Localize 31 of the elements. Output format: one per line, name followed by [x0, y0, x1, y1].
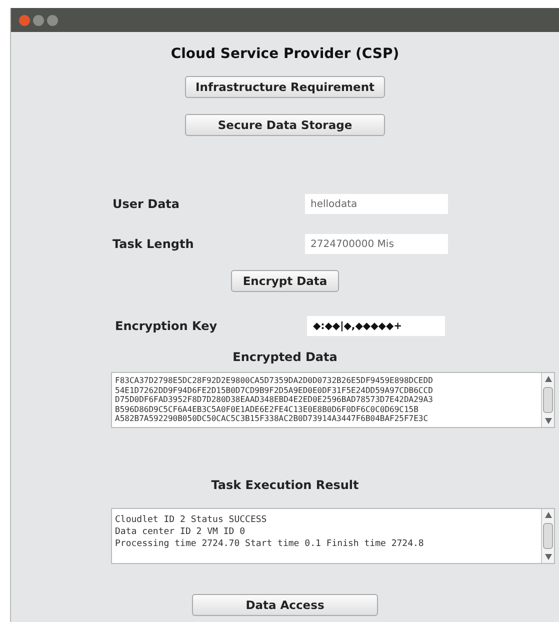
field-label: Task Length: [112, 237, 195, 251]
input-field[interactable]: 2724700000 Mis: [304, 234, 448, 254]
up-arrow-icon[interactable]: [544, 376, 552, 382]
text-area[interactable]: Cloudlet ID 2 Status SUCCESS Data center ID 2 VM ID 0 Processing time 2724.70 Start time 0.1 Finish time 2724.8: [111, 508, 555, 564]
text-line: Cloudlet ID 2 Status SUCCESS: [115, 514, 268, 526]
data-access-button[interactable]: Data Access: [192, 594, 378, 616]
window-title: Cloud Service Provider (CSP): [170, 46, 400, 62]
menu-button[interactable]: Infrastructure Requirement: [185, 76, 385, 98]
scrollbar[interactable]: [541, 509, 554, 563]
field-label: User Data: [112, 197, 181, 211]
section-label: Task Execution Result: [211, 478, 359, 492]
down-arrow-icon[interactable]: [544, 418, 552, 424]
text-line: B596D86D9C5CF6A4EB3C5A0F0E1ADE6E2FE4C13E0E8B0D6F0DF6C0C0D69C15B: [115, 404, 420, 414]
text-line: 54E1D7262DD9F94D6FE2D15B0D7CD9B9F2D5A9ED0E0DF31F5E24DD59A97CDB6CCD: [115, 386, 434, 395]
key-field[interactable]: ◆:◆◆|◆,◆◆◆◆◆+: [307, 316, 445, 336]
text-line: F83CA37D2798E5DC28F92D2E9800CA5D7359DA2D0D0732B26E5DF9459E898DCEDD: [115, 376, 434, 386]
up-arrow-icon[interactable]: [544, 512, 552, 518]
field-label: Encryption Key: [115, 319, 218, 333]
scrollbar[interactable]: [541, 373, 554, 427]
input-field[interactable]: hellodata: [304, 194, 448, 214]
text-line: Data center ID 2 VM ID 0: [115, 526, 246, 538]
text-line: Processing time 2724.70 Start time 0.1 Finish time 2724.8: [115, 538, 425, 550]
text-line: D75D0DF6FAD3952F8D7D280D38EAAD348EBD4E2ED0E2596BAD78573D7E42DA29A3: [115, 395, 434, 404]
section-label: Encrypted Data: [232, 350, 338, 364]
scroll-thumb[interactable]: [543, 523, 553, 549]
menu-button[interactable]: Secure Data Storage: [185, 114, 385, 136]
scroll-thumb[interactable]: [543, 387, 553, 413]
text-line: A582B7A592290B050DC50CAC5C3B15F338AC2B0D73914A3447F6B04BAF25F7E3C: [115, 414, 430, 424]
text-area[interactable]: [111, 372, 555, 428]
down-arrow-icon[interactable]: [544, 554, 552, 560]
encrypt-button[interactable]: Encrypt Data: [231, 270, 339, 292]
